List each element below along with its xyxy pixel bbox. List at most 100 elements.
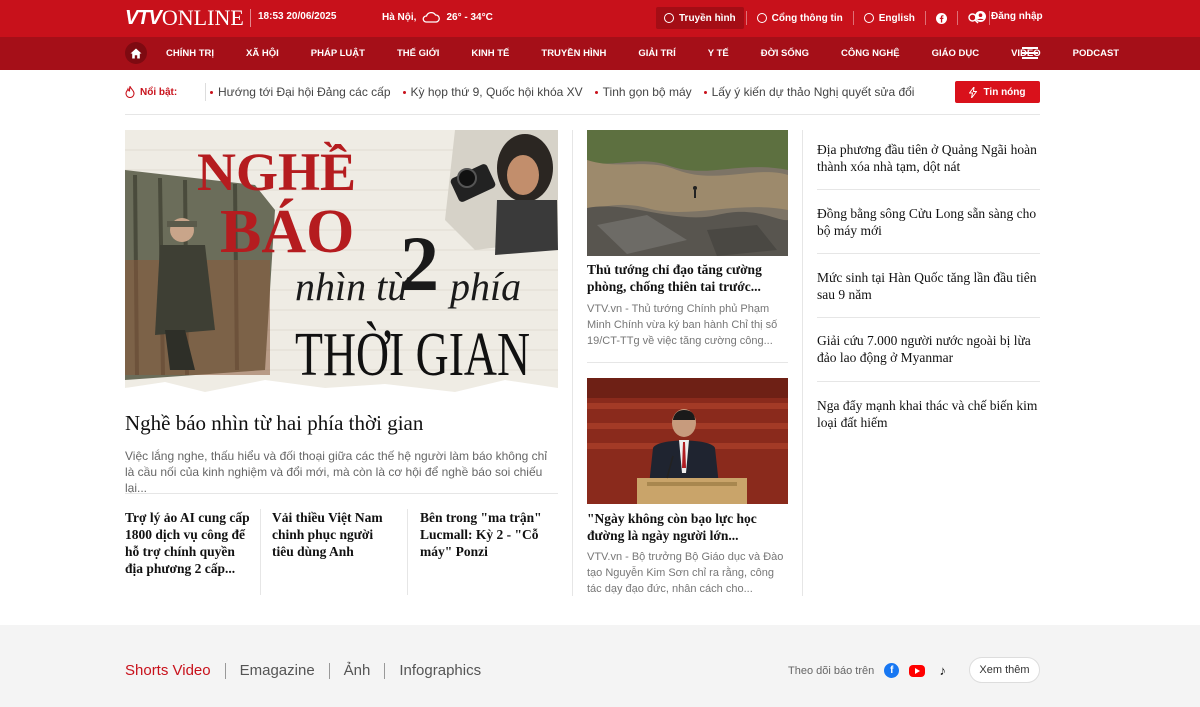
tv-label: Truyền hình	[679, 12, 736, 24]
divider	[260, 509, 261, 595]
story-title[interactable]: Thủ tướng chỉ đạo tăng cường phòng, chốn…	[587, 261, 788, 295]
tv-button[interactable]: Truyền hình	[656, 7, 744, 29]
facebook-icon[interactable]: f	[884, 663, 900, 678]
sub-story-title[interactable]: Trợ lý ảo AI cung cấp 1800 dịch vụ công …	[125, 509, 251, 577]
highlight-item[interactable]: Lấy ý kiến dự thảo Nghị quyết sửa đổi	[703, 85, 927, 99]
nav-item-phap-luat[interactable]: PHÁP LUẬT	[295, 48, 381, 59]
svg-text:nhìn từ: nhìn từ	[295, 264, 412, 309]
nav-item-kinh-te[interactable]: KINH TẾ	[455, 48, 525, 59]
story-summary: VTV.vn - Thủ tướng Chính phủ Phạm Minh C…	[587, 303, 778, 347]
sub-story-title[interactable]: Bên trong "ma trận" Lucmall: Kỳ 2 - "Cỗ …	[420, 509, 558, 560]
feature-image[interactable]: NGHỀ BÁO nhìn từ 2 phía THỜI GIAN	[125, 130, 558, 401]
logo-vtv: VTV	[125, 6, 162, 29]
feature-title[interactable]: Nghề báo nhìn từ hai phía thời gian	[125, 411, 423, 436]
top-bar: VTV ONLINE 18:53 20/06/2025 Hà Nội, 26° …	[0, 0, 1200, 37]
nav-item-giao-duc[interactable]: GIÁO DỤC	[916, 48, 996, 59]
home-button[interactable]	[125, 42, 147, 64]
fire-icon	[125, 86, 135, 98]
logo-online: ONLINE	[161, 5, 244, 30]
minister-photo	[587, 378, 788, 504]
nav-item-y-te[interactable]: Y TẾ	[692, 48, 745, 59]
tab-infographics[interactable]: Infographics	[385, 662, 495, 679]
feature-summary: Việc lắng nghe, thấu hiểu và đối thoại g…	[125, 449, 547, 495]
media-section: Shorts Video Emagazine Ảnh Infographics …	[0, 625, 1200, 707]
highlights-bar: Nổi bật: Hướng tới Đại hội Đảng các cấp …	[125, 80, 1040, 104]
divider	[817, 189, 1040, 190]
right-list-item[interactable]: Đồng bằng sông Cửu Long sẵn sàng cho bộ …	[817, 205, 1040, 239]
nav-item-xa-hoi[interactable]: XÃ HỘI	[230, 48, 295, 59]
highlights-label: Nổi bật:	[125, 86, 203, 98]
weather-temp: 26° - 34°C	[446, 11, 493, 23]
youtube-icon[interactable]	[909, 664, 926, 677]
english-label: English	[878, 12, 915, 24]
logo-divider	[250, 9, 251, 27]
sub-story-title[interactable]: Vải thiều Việt Nam chinh phục người tiêu…	[272, 509, 398, 560]
main-nav: CHÍNH TRỊ XÃ HỘI PHÁP LUẬT THẾ GIỚI KINH…	[0, 37, 1200, 70]
flood-photo	[587, 130, 788, 256]
follow-label: Theo dõi báo trên	[788, 664, 875, 677]
story-image-flood[interactable]	[587, 130, 788, 256]
weather-widget: Hà Nội, 26° - 34°C	[382, 11, 493, 23]
divider	[745, 11, 747, 25]
cloud-icon	[423, 11, 441, 23]
login-label: Đăng nhập	[991, 11, 1043, 22]
story-image-minister[interactable]	[587, 378, 788, 504]
right-list-item[interactable]: Giải cứu 7.000 người nước ngoài bị lừa đ…	[817, 332, 1040, 366]
divider	[125, 114, 1040, 115]
see-more-button[interactable]: Xem thêm	[969, 657, 1040, 683]
hot-news-label: Tin nóng	[983, 86, 1026, 98]
divider	[407, 509, 408, 595]
follow-links: Theo dõi báo trên f ♪	[788, 663, 950, 678]
story-summary: VTV.vn - Bộ trưởng Bộ Giáo dục và Đào tạ…	[587, 551, 784, 595]
highlights-label-text: Nổi bật:	[140, 86, 178, 98]
weather-city: Hà Nội,	[382, 11, 417, 23]
clock-icon	[756, 13, 767, 23]
column-divider	[572, 130, 573, 596]
story-title[interactable]: "Ngày không còn bạo lực học đường là ngà…	[587, 510, 788, 544]
highlight-item[interactable]: Kỳ họp thứ 9, Quốc hội khóa XV	[402, 85, 595, 99]
nav-item-cong-nghe[interactable]: CÔNG NGHỆ	[825, 48, 916, 59]
hot-news-button[interactable]: Tin nóng	[955, 81, 1040, 103]
user-icon	[975, 11, 986, 22]
column-divider	[802, 130, 803, 596]
tab-shorts-video[interactable]: Shorts Video	[125, 662, 225, 679]
nav-item-giai-tri[interactable]: GIẢI TRÍ	[622, 48, 691, 59]
site-logo[interactable]: VTV ONLINE	[125, 5, 244, 30]
svg-text:THỜI GIAN: THỜI GIAN	[295, 321, 530, 389]
nav-item-truyen-hinh[interactable]: TRUYỀN HÌNH	[525, 48, 622, 59]
portal-label: Cổng thông tin	[771, 12, 843, 24]
divider	[956, 11, 958, 25]
highlights-list: Hướng tới Đại hội Đảng các cấp Kỳ họp th…	[210, 85, 938, 99]
portal-link[interactable]: Cổng thông tin	[749, 7, 851, 29]
divider	[817, 381, 1040, 382]
right-list-item[interactable]: Nga đẩy mạnh khai thác và chế biến kim l…	[817, 397, 1040, 431]
globe-icon	[863, 13, 874, 23]
login-button[interactable]: Đăng nhập	[975, 11, 1043, 22]
tab-anh[interactable]: Ảnh	[330, 662, 385, 679]
nav-item-chinh-tri[interactable]: CHÍNH TRỊ	[150, 48, 230, 59]
right-list-item[interactable]: Địa phương đầu tiên ở Quảng Ngãi hoàn th…	[817, 141, 1040, 175]
svg-text:phía: phía	[447, 264, 521, 309]
current-datetime: 18:53 20/06/2025	[258, 11, 337, 22]
tab-emagazine[interactable]: Emagazine	[226, 662, 329, 679]
highlight-item[interactable]: Hướng tới Đại hội Đảng các cấp	[210, 85, 403, 99]
nav-item-podcast[interactable]: PODCAST	[1057, 48, 1135, 59]
hamburger-menu-icon[interactable]	[1022, 47, 1038, 59]
feature-illustration: NGHỀ BÁO nhìn từ 2 phía THỜI GIAN	[125, 130, 558, 401]
nav-item-the-gioi[interactable]: THẾ GIỚI	[381, 48, 455, 59]
right-list-item[interactable]: Mức sinh tại Hàn Quốc tăng lần đầu tiên …	[817, 269, 1040, 303]
nav-item-doi-song[interactable]: ĐỜI SỐNG	[745, 48, 825, 59]
divider	[852, 11, 854, 25]
highlight-item[interactable]: Tinh gọn bộ máy	[594, 85, 704, 99]
nav-menu: CHÍNH TRỊ XÃ HỘI PHÁP LUẬT THẾ GIỚI KINH…	[150, 37, 1135, 70]
svg-text:BÁO: BÁO	[220, 198, 354, 266]
svg-text:NGHỀ: NGHỀ	[197, 141, 356, 202]
english-link[interactable]: English	[856, 7, 923, 29]
facebook-icon	[935, 12, 947, 24]
lightning-icon	[969, 86, 978, 98]
tv-icon	[664, 13, 674, 23]
svg-text:2: 2	[400, 220, 439, 307]
home-icon	[130, 48, 142, 58]
facebook-link[interactable]	[928, 7, 955, 29]
tiktok-icon[interactable]: ♪	[935, 663, 950, 678]
